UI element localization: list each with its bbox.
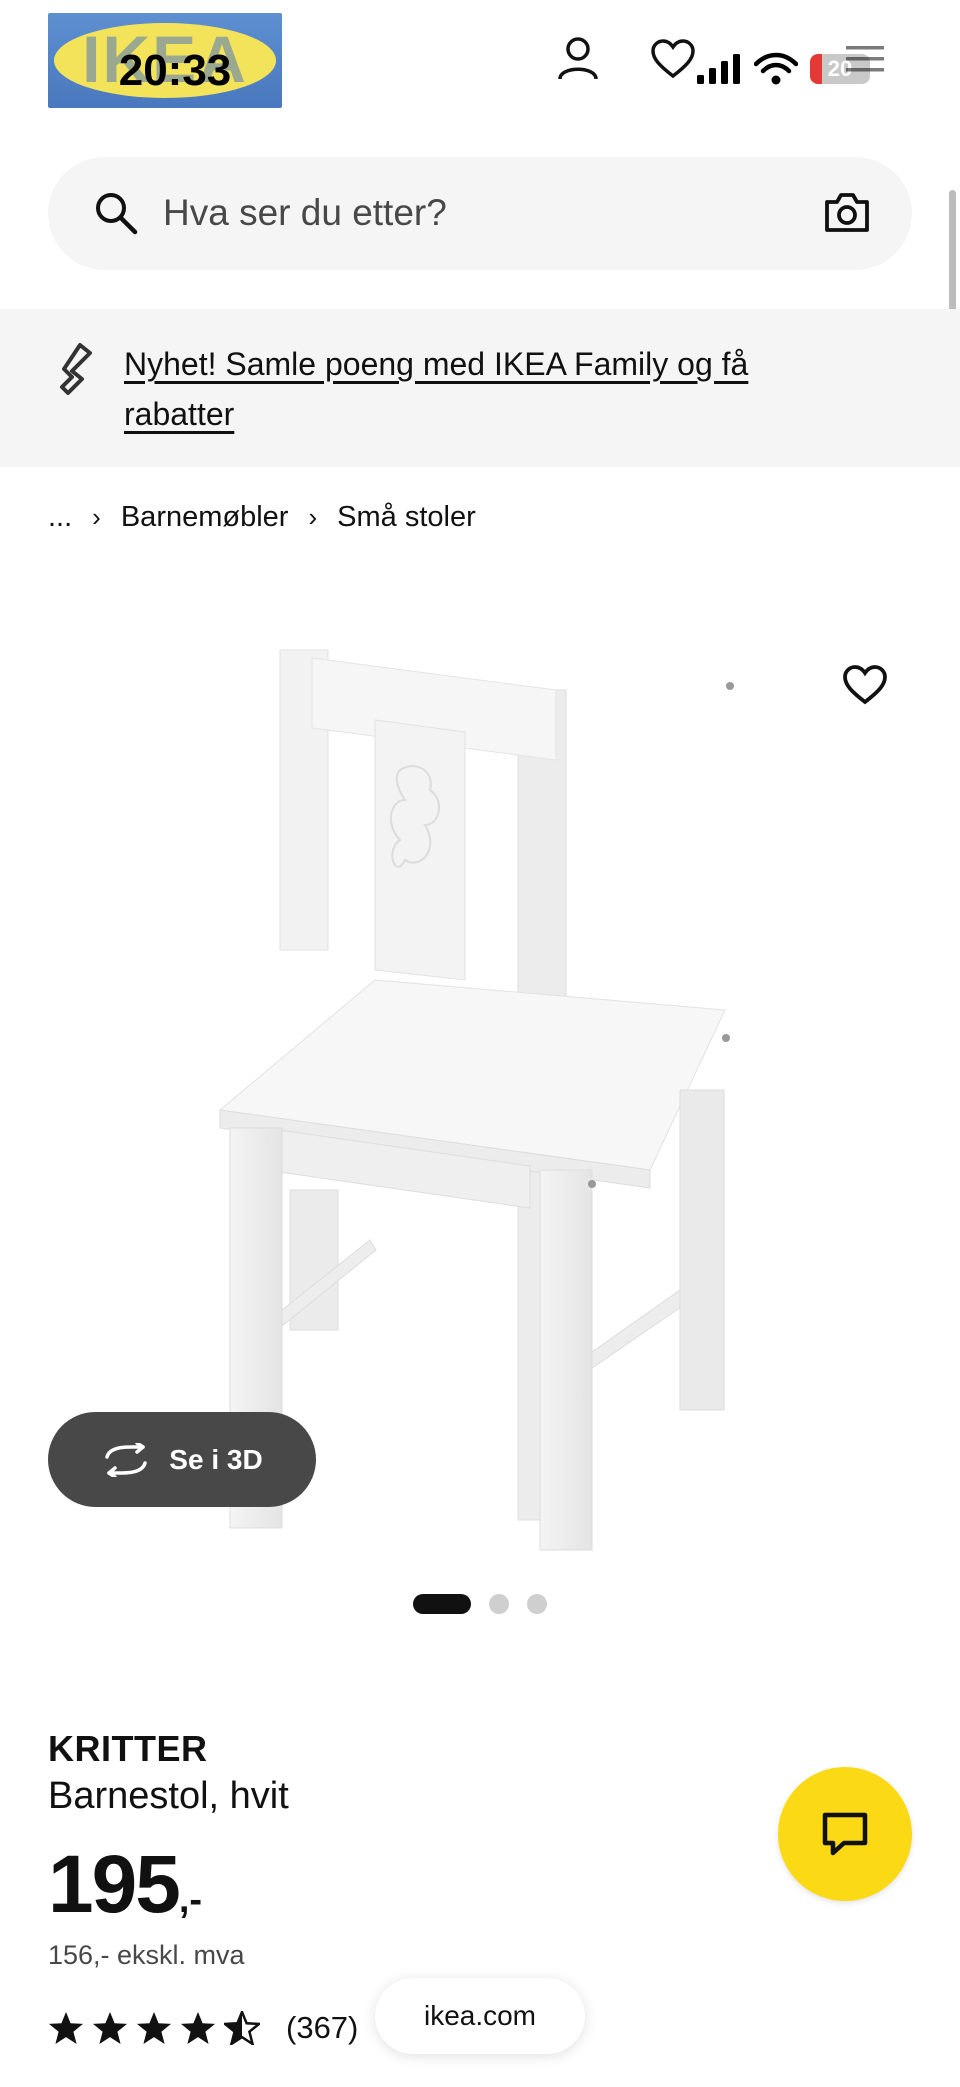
header: IKEA 20:33 20 bbox=[0, 0, 960, 140]
product-name: KRITTER bbox=[48, 1728, 208, 1769]
star-icon bbox=[137, 2012, 171, 2044]
heart-icon[interactable] bbox=[648, 34, 698, 84]
breadcrumb-sma-stoler[interactable]: Små stoler bbox=[337, 501, 476, 534]
search-bar[interactable] bbox=[48, 157, 912, 270]
product-rating[interactable]: (367) bbox=[48, 2010, 358, 2046]
signal-icon bbox=[697, 54, 740, 84]
browser-url-bar[interactable]: ikea.com bbox=[375, 1978, 585, 2054]
star-icon bbox=[93, 2012, 127, 2044]
add-to-favourites-icon[interactable] bbox=[842, 664, 888, 711]
product-description: Barnestol, hvit bbox=[48, 1775, 289, 1817]
pagination-dot[interactable] bbox=[413, 1594, 471, 1614]
chevron-right-icon: › bbox=[308, 501, 318, 532]
chat-icon bbox=[822, 1812, 868, 1856]
view-3d-button[interactable]: Se i 3D bbox=[48, 1412, 316, 1507]
chat-button[interactable] bbox=[778, 1767, 912, 1901]
view-3d-label: Se i 3D bbox=[169, 1443, 263, 1475]
product-gallery[interactable]: Se i 3D bbox=[0, 580, 960, 1560]
product-price: 195,- bbox=[48, 1838, 202, 1932]
breadcrumb-ellipsis[interactable]: ... bbox=[48, 501, 72, 534]
search-icon[interactable] bbox=[93, 190, 139, 241]
gallery-pagination bbox=[0, 1594, 960, 1614]
promo-banner: Nyhet! Samle poeng med IKEA Family og få… bbox=[0, 309, 960, 467]
chevron-right-icon: › bbox=[92, 501, 101, 532]
star-icon bbox=[49, 2012, 83, 2044]
wifi-icon bbox=[754, 52, 798, 85]
camera-icon[interactable] bbox=[824, 190, 870, 239]
user-icon[interactable] bbox=[553, 34, 603, 84]
pagination-dot[interactable] bbox=[489, 1594, 509, 1614]
price-ex-vat: 156,- ekskl. mva bbox=[48, 1940, 245, 1970]
breadcrumb-barnemobler[interactable]: Barnemøbler bbox=[121, 501, 289, 534]
price-suffix: ,- bbox=[178, 1879, 203, 1921]
rotate-3d-icon bbox=[105, 1442, 148, 1477]
menu-icon[interactable] bbox=[840, 34, 890, 84]
star-icon bbox=[181, 2012, 215, 2044]
price-amount: 195 bbox=[48, 1839, 181, 1930]
half-star-icon bbox=[224, 2011, 260, 2045]
status-time: 20:33 bbox=[118, 46, 232, 95]
breadcrumb: ... › Barnemøbler › Små stoler bbox=[48, 497, 476, 537]
link-icon bbox=[56, 341, 100, 402]
pagination-dot[interactable] bbox=[527, 1594, 547, 1614]
rating-count: (367) bbox=[286, 2010, 359, 2045]
ikea-family-link[interactable]: Nyhet! Samle poeng med IKEA Family og få… bbox=[124, 339, 864, 439]
search-input[interactable] bbox=[163, 185, 813, 241]
